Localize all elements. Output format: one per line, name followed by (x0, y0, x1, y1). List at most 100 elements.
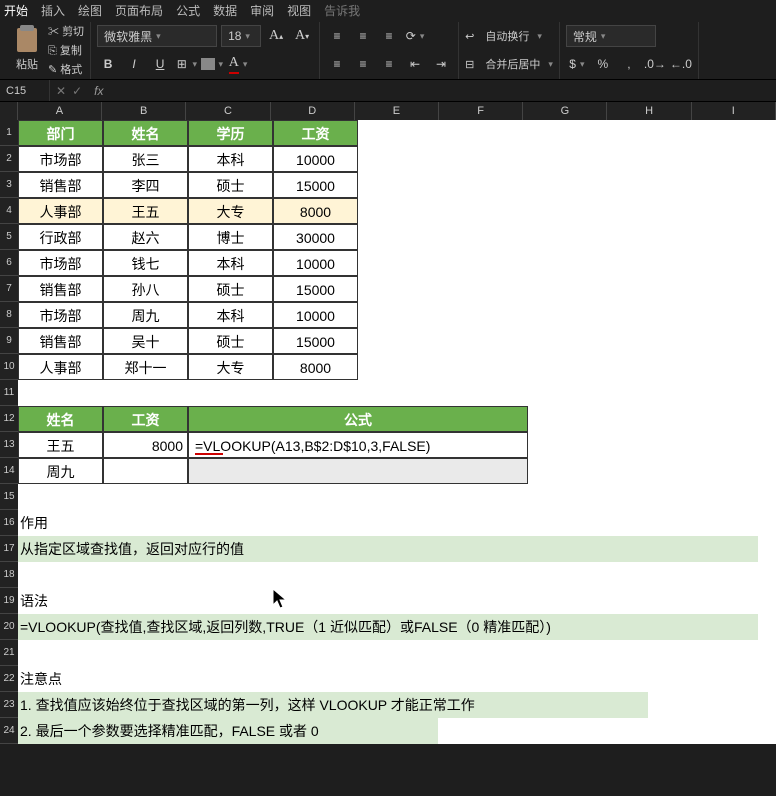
spreadsheet-grid[interactable]: A B C D E F G H I 1 部门 姓名 学历 工资 2市场部张三本科… (0, 102, 776, 744)
cell[interactable]: 博士 (188, 224, 273, 250)
underline-button[interactable]: U (149, 53, 171, 75)
cell[interactable]: 人事部 (18, 354, 103, 380)
confirm-formula-button[interactable]: ✓ (72, 84, 82, 98)
bold-button[interactable]: B (97, 53, 119, 75)
name-box[interactable]: C15 (0, 80, 50, 101)
row-header[interactable]: 4 (0, 198, 18, 224)
cell[interactable]: 销售部 (18, 276, 103, 302)
comma-button[interactable]: , (618, 53, 640, 75)
fill-color-button[interactable]: ▾ (201, 53, 223, 75)
row-header[interactable]: 21 (0, 640, 18, 666)
table-header[interactable]: 学历 (188, 120, 273, 146)
wrap-text-button[interactable]: ↩ 自动换行▾ (465, 22, 553, 50)
lookup-header[interactable]: 姓名 (18, 406, 103, 432)
col-header-d[interactable]: D (271, 102, 355, 120)
cell[interactable]: 李四 (103, 172, 188, 198)
cut-button[interactable]: ✂ 剪切 (48, 23, 84, 39)
row-header[interactable]: 7 (0, 276, 18, 302)
cell[interactable]: 10000 (273, 146, 358, 172)
note-heading[interactable]: 语法 (18, 588, 758, 614)
col-header-g[interactable]: G (523, 102, 607, 120)
cell[interactable]: 赵六 (103, 224, 188, 250)
format-painter-button[interactable]: ✎ 格式 (48, 61, 84, 77)
row-header[interactable]: 1 (0, 120, 18, 146)
table-header[interactable]: 姓名 (103, 120, 188, 146)
cell[interactable]: 市场部 (18, 146, 103, 172)
cell[interactable]: 市场部 (18, 302, 103, 328)
row-header[interactable]: 23 (0, 692, 18, 718)
note-text[interactable]: =VLOOKUP(查找值,查找区域,返回列数,TRUE（1 近似匹配）或FALS… (18, 614, 758, 640)
cell[interactable]: 张三 (103, 146, 188, 172)
col-header-c[interactable]: C (186, 102, 270, 120)
cell[interactable]: 周九 (103, 302, 188, 328)
orientation-button[interactable]: ⟳▾ (404, 25, 426, 47)
formula-cell[interactable]: =VLOOKUP(A13,B$2:D$10,3,FALSE) (188, 432, 528, 458)
row-header[interactable]: 18 (0, 562, 18, 588)
row-header[interactable]: 9 (0, 328, 18, 354)
row-header[interactable]: 8 (0, 302, 18, 328)
select-all-corner[interactable] (0, 102, 18, 120)
tab-insert[interactable]: 插入 (41, 2, 65, 19)
cell[interactable]: 孙八 (103, 276, 188, 302)
col-header-f[interactable]: F (439, 102, 523, 120)
tab-formulas[interactable]: 公式 (176, 2, 200, 19)
cell[interactable]: 15000 (273, 328, 358, 354)
increase-font-button[interactable]: A▴ (265, 25, 287, 47)
col-header-a[interactable]: A (18, 102, 102, 120)
cell[interactable]: 10000 (273, 302, 358, 328)
tab-view[interactable]: 视图 (287, 2, 311, 19)
row-header[interactable]: 16 (0, 510, 18, 536)
percent-button[interactable]: % (592, 53, 614, 75)
cell[interactable]: 10000 (273, 250, 358, 276)
cell[interactable]: 市场部 (18, 250, 103, 276)
align-bottom-button[interactable]: ≡ (378, 25, 400, 47)
row-header[interactable]: 17 (0, 536, 18, 562)
cell[interactable]: 硕士 (188, 276, 273, 302)
cell[interactable]: 吴十 (103, 328, 188, 354)
number-format-select[interactable]: 常规▾ (566, 25, 656, 47)
cell[interactable]: 钱七 (103, 250, 188, 276)
note-heading[interactable]: 注意点 (18, 666, 758, 692)
cell[interactable]: 王五 (18, 432, 103, 458)
cell[interactable] (188, 458, 528, 484)
cell[interactable]: 大专 (188, 198, 273, 224)
col-header-e[interactable]: E (355, 102, 439, 120)
row-header[interactable]: 20 (0, 614, 18, 640)
cell[interactable]: 本科 (188, 146, 273, 172)
copy-button[interactable]: ⎘ 复制 (48, 42, 84, 58)
cell[interactable]: 8000 (273, 198, 358, 224)
cell[interactable]: 硕士 (188, 328, 273, 354)
merge-center-button[interactable]: ⊟ 合并后居中▾ (465, 50, 553, 78)
cell[interactable]: 硕士 (188, 172, 273, 198)
cell[interactable]: 8000 (103, 432, 188, 458)
align-left-button[interactable]: ≡ (326, 53, 348, 75)
cell[interactable] (103, 458, 188, 484)
col-header-h[interactable]: H (607, 102, 691, 120)
row-header[interactable]: 19 (0, 588, 18, 614)
cell[interactable]: 本科 (188, 302, 273, 328)
note-text[interactable]: 1. 查找值应该始终位于查找区域的第一列，这样 VLOOKUP 才能正常工作 (18, 692, 648, 718)
tab-draw[interactable]: 绘图 (78, 2, 102, 19)
note-text[interactable]: 2. 最后一个参数要选择精准匹配，FALSE 或者 0 (18, 718, 438, 744)
row-header[interactable]: 24 (0, 718, 18, 744)
cell[interactable]: 销售部 (18, 172, 103, 198)
decrease-font-button[interactable]: A▾ (291, 25, 313, 47)
cell[interactable]: 王五 (103, 198, 188, 224)
align-center-button[interactable]: ≡ (352, 53, 374, 75)
row-header[interactable]: 10 (0, 354, 18, 380)
font-name-select[interactable]: 微软雅黑▾ (97, 25, 217, 47)
row-header[interactable]: 14 (0, 458, 18, 484)
decrease-decimal-button[interactable]: ←.0 (670, 53, 692, 75)
lookup-header[interactable]: 公式 (188, 406, 528, 432)
row-header[interactable]: 3 (0, 172, 18, 198)
cell[interactable]: 人事部 (18, 198, 103, 224)
cell[interactable]: 15000 (273, 172, 358, 198)
align-top-button[interactable]: ≡ (326, 25, 348, 47)
cell[interactable]: 行政部 (18, 224, 103, 250)
row-header[interactable]: 5 (0, 224, 18, 250)
table-header[interactable]: 部门 (18, 120, 103, 146)
currency-button[interactable]: $▾ (566, 53, 588, 75)
tab-tellme[interactable]: 告诉我 (324, 2, 360, 19)
tab-home[interactable]: 开始 (4, 2, 28, 19)
cell[interactable]: 30000 (273, 224, 358, 250)
